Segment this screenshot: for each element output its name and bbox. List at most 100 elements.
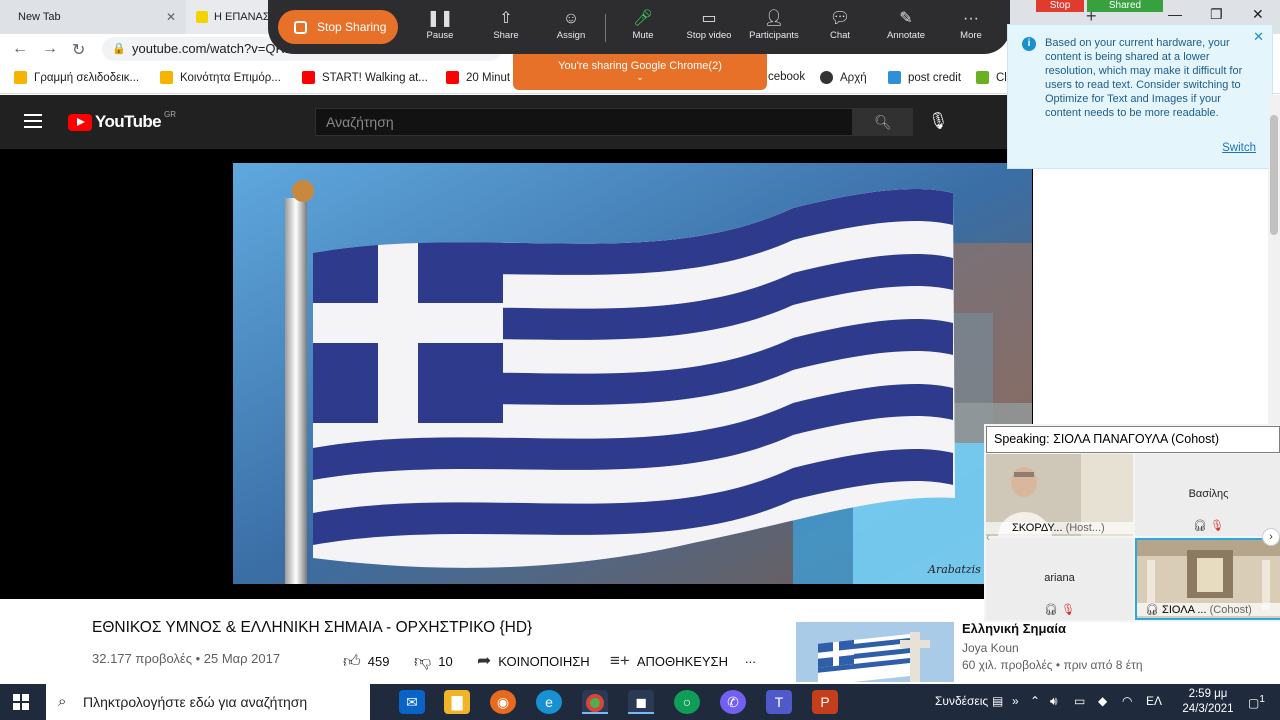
edge-icon[interactable]: e [536,690,562,714]
bookmark-item[interactable]: Γραμμή σελιδοδεικ... [14,71,139,84]
bookmark-label: Cl [996,71,1007,84]
assign-button[interactable]: ☺ Assign [539,8,603,41]
dislike-button[interactable]: 👎︎ 10 [414,651,453,672]
file-explorer-icon[interactable]: ▇ [444,690,470,714]
stop-sharing-button[interactable]: Stop Sharing [278,10,398,44]
expand-tray-icon[interactable]: » [1012,694,1019,708]
mail-app-icon[interactable]: ✉ [399,690,425,714]
stop-video-button[interactable]: ▭ Stop video [677,8,741,41]
connections-label[interactable]: Συνδέσεις [935,694,988,708]
thumbs-up-icon: 👍︎ [343,652,361,671]
chat-button[interactable]: 💬︎ Chat [808,8,872,41]
bookmark-item[interactable]: post credit [888,71,961,84]
viber-icon[interactable]: ✆ [720,690,746,714]
sharing-banner-text: You're sharing Google Chrome(2) [558,60,722,72]
participants-button[interactable]: 👤︎ Participants [742,8,806,41]
annotate-button[interactable]: ✎ Annotate [874,8,938,41]
participant-tile[interactable]: ariana 🎧︎ 🎙︎ [986,538,1133,620]
volume-icon[interactable]: 🔊︎ [1050,694,1058,709]
minimize-icon[interactable]: — [1168,6,1182,22]
close-icon[interactable]: ✕ [166,10,176,24]
bookmark-item[interactable]: cebook [768,71,805,83]
pause-button[interactable]: ❚❚ Pause [408,8,472,41]
save-video-button[interactable]: ≡+ ΑΠΟΘΗΚΕΥΣΗ [610,651,728,671]
document-icon[interactable]: ▤ [992,694,1003,708]
recommended-title[interactable]: Ελληνική Σημαία [962,621,1066,636]
mute-button[interactable]: 🎤︎ Mute [611,8,675,41]
bookmark-item[interactable]: Cl [976,71,1007,84]
scrollbar-thumb[interactable] [1270,115,1278,235]
participant-name: ΣΚΟΡΔΥ... [1012,522,1063,534]
participant-name: Βασίλης [1188,488,1229,500]
wifi-icon[interactable]: ◠ [1122,694,1132,708]
firefox-icon[interactable]: ◉ [490,690,516,714]
share-button[interactable]: ⇧ Share [474,8,538,41]
like-button[interactable]: 👍︎ 459 [343,651,389,672]
participant-name: ariana [1044,572,1075,584]
back-arrow-icon[interactable]: ← [12,40,28,58]
chevron-up-icon[interactable]: ⌃ [1030,694,1040,708]
shared-tag-label: Shared [1108,0,1142,11]
clock-date: 24/3/2021 [1182,703,1234,715]
taskbar-search-input[interactable]: ⌕ Πληκτρολογήστε εδώ για αναζήτηση [46,684,370,720]
restore-icon[interactable]: ❐ [1210,6,1223,23]
language-indicator[interactable]: ΕΛ [1146,694,1162,708]
more-button[interactable]: ··· More [939,8,1003,41]
toolbar-divider [605,14,606,42]
bookmark-label: post credit [908,71,962,84]
dropbox-icon[interactable]: ◆ [1098,694,1107,708]
search-input[interactable]: Αναζήτηση [315,108,853,136]
switch-link[interactable]: Switch [1222,142,1256,154]
muted-mic-icon: 🎙︎ [1210,520,1224,532]
app-icon[interactable]: ○ [674,690,700,714]
button-label: Participants [749,30,799,41]
zoom-app-icon[interactable]: ◼ [628,690,654,714]
chevron-right-icon[interactable]: › [1262,528,1280,546]
search-button[interactable]: 🔍︎ [853,108,913,136]
forward-arrow-icon[interactable]: → [42,40,58,58]
menu-icon[interactable] [24,114,42,128]
battery-icon[interactable]: ▭ [1074,694,1085,708]
video-player[interactable]: Arabatzis [233,163,1032,584]
participant-tile[interactable]: ΣΚΟΡΔΥ... (Host...) [986,454,1133,536]
tab-epanastasi[interactable]: Η ΕΠΑΝΑΣΤ [186,0,270,34]
site-icon [888,71,901,84]
reload-icon[interactable]: ↻ [72,40,85,60]
sharing-banner[interactable]: You're sharing Google Chrome(2) ⌄ [513,54,767,90]
tab-new-tab[interactable]: New Tab ✕ [0,0,186,34]
teams-icon[interactable]: T [766,690,792,714]
zoom-sharing-toolbar: Stop Sharing ❚❚ Pause ⇧ Share ☺ Assign 🎤︎ Mu… [268,0,1010,54]
close-icon[interactable]: ✕ [1253,29,1264,45]
youtube-icon [302,71,315,84]
chrome-icon[interactable] [582,690,608,714]
powerpoint-icon[interactable]: P [812,690,838,714]
recommended-thumbnail[interactable] [796,622,954,682]
window-close-icon[interactable]: ✕ [1252,6,1264,23]
stop-tag[interactable]: Stop [1036,0,1084,12]
youtube-logo[interactable]: YouTube GR [68,110,176,132]
recommended-channel[interactable]: Joya Koun [962,641,1019,655]
participant-tile-active[interactable]: 🎧︎ ΣΙΟΛΑ ... (Cohost) [1135,538,1280,620]
microphone-icon[interactable]: 🎙︎ [928,111,948,131]
youtube-icon [446,71,459,84]
playlist-add-icon: ≡+ [610,651,630,670]
bookmark-item[interactable]: 20 Minut [446,71,510,84]
chevron-left-icon[interactable]: ‹ [986,530,990,544]
bookmark-item[interactable]: Αρχή [820,71,867,84]
page-favicon-icon [196,11,208,23]
windows-start-icon[interactable] [13,694,29,710]
video-views-date: 32.177 προβολές • 25 Μαρ 2017 [92,651,281,666]
button-label: Annotate [886,30,926,41]
bookmark-item[interactable]: Κοινότητα Επιμόρ... [160,71,281,84]
participants-icon: 👤︎ [763,10,785,27]
system-clock[interactable]: 2:59 μμ 24/3/2021 [1180,687,1236,717]
more-actions-button[interactable]: ... [745,651,756,666]
more-icon: ··· [963,10,979,27]
share-video-button[interactable]: ➦ ΚΟΙΝΟΠΟΙΗΣΗ [477,651,590,671]
headset-icon: 🎧︎ [1193,520,1207,532]
participant-role: (Host...) [1065,522,1105,534]
bookmark-item[interactable]: START! Walking at... [302,71,428,84]
participant-tile[interactable]: Βασίλης 🎧︎ 🎙︎ [1135,454,1280,536]
notification-center-icon[interactable]: ▢1 [1248,694,1265,710]
video-watermark: Arabatzis [927,563,981,576]
